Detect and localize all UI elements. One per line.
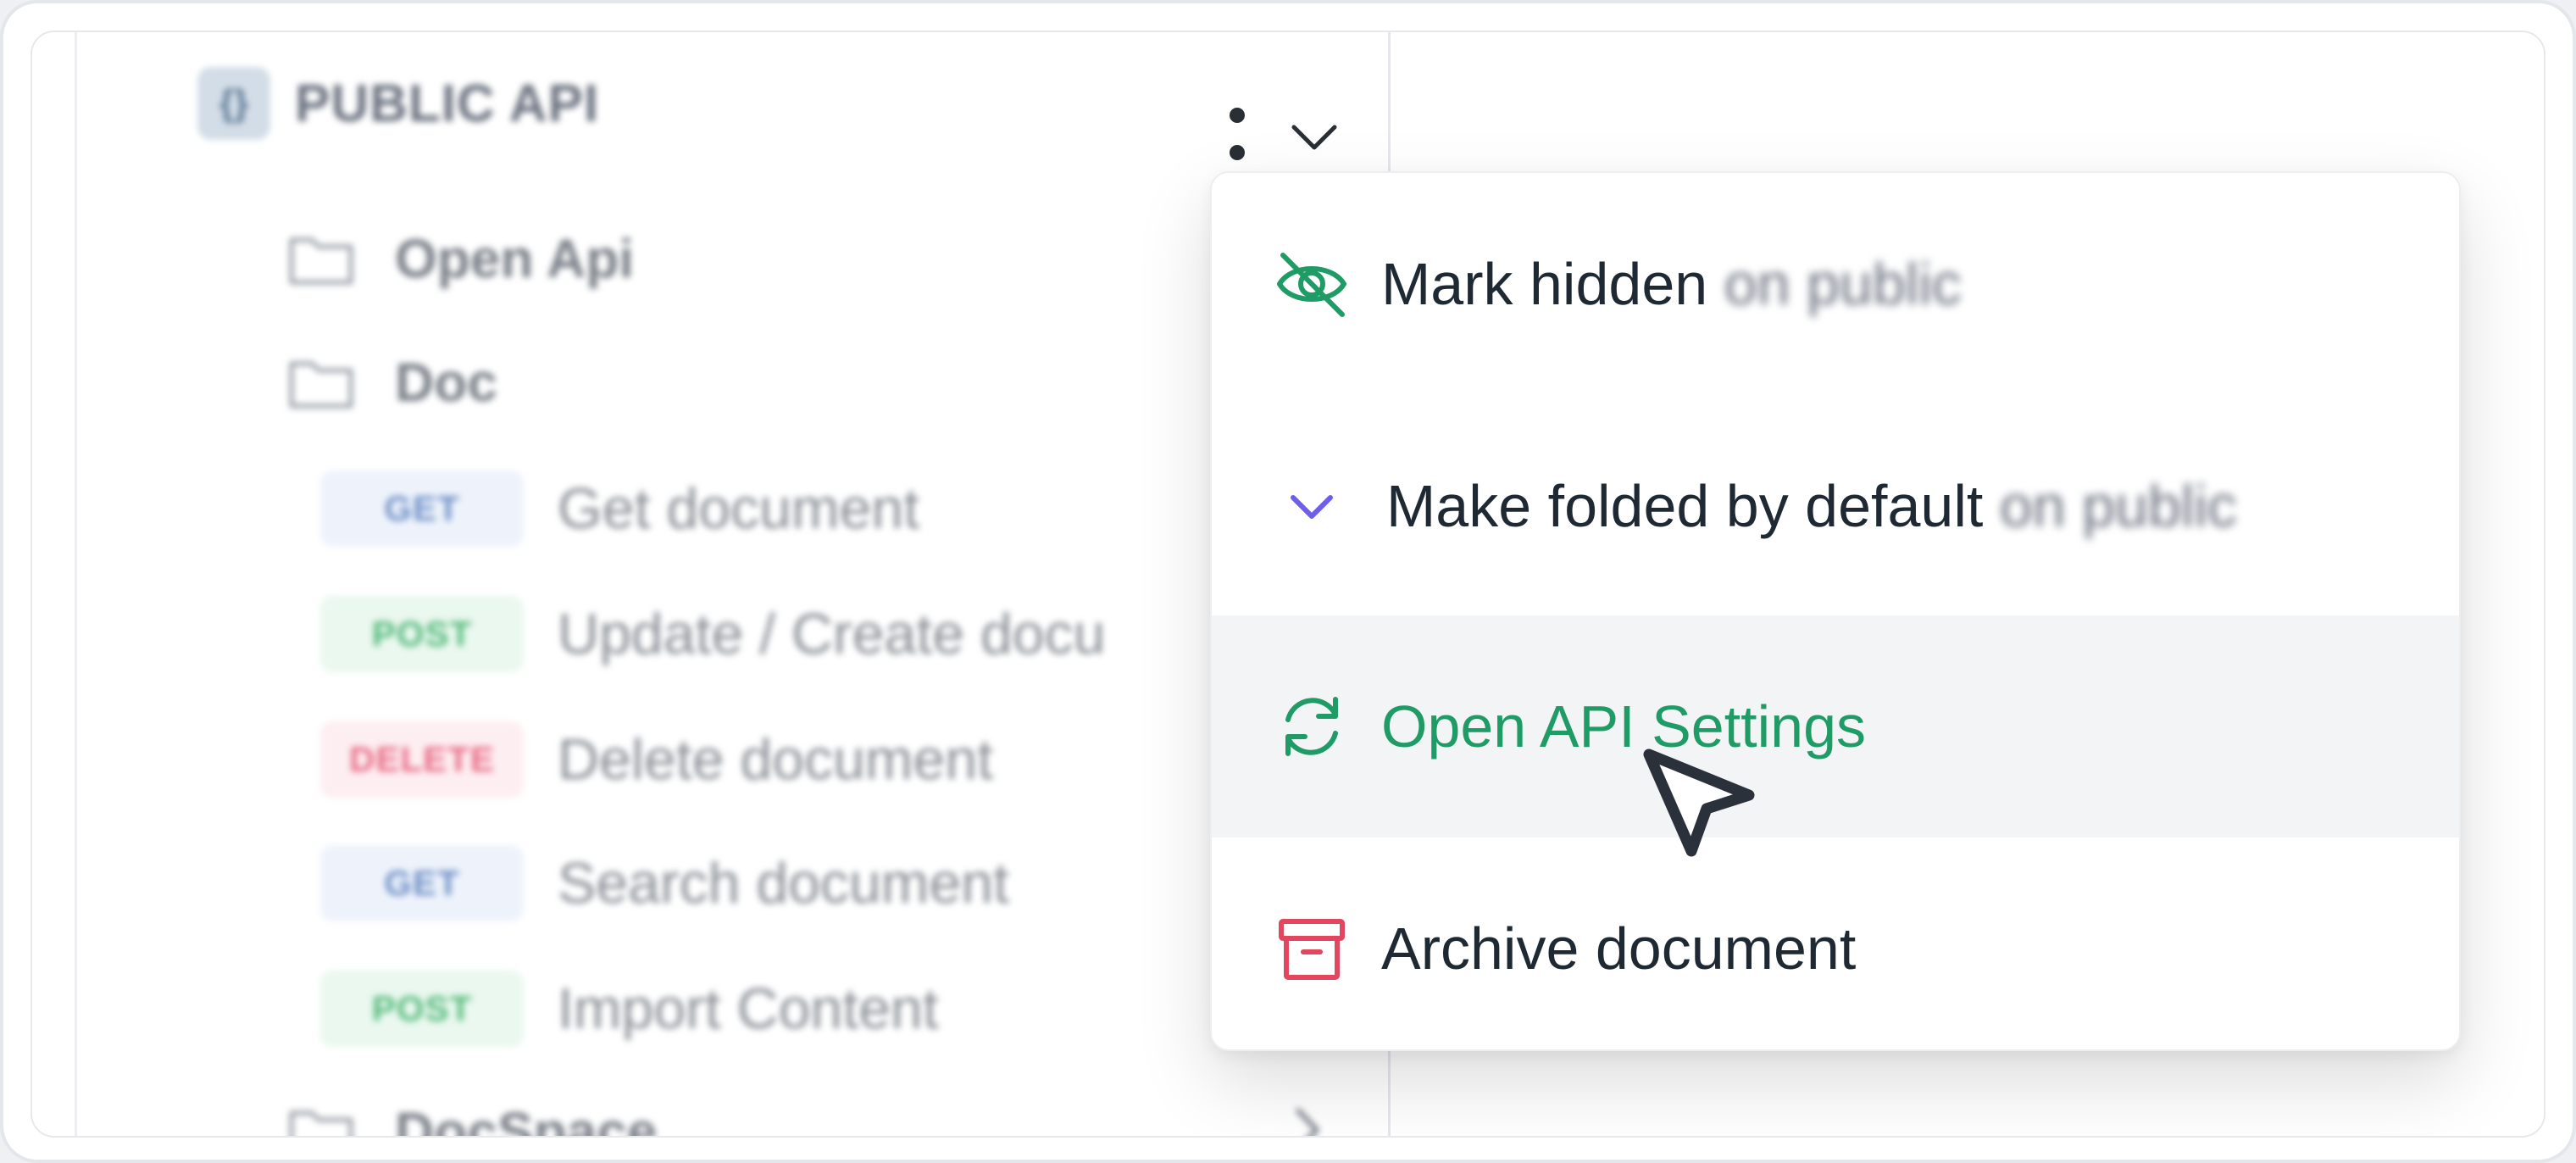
endpoint-label: Delete document: [558, 727, 994, 792]
method-badge-post: POST: [320, 971, 524, 1047]
endpoint-label: Search document: [558, 851, 1009, 915]
method-badge-post: POST: [320, 596, 524, 672]
chevron-right-icon[interactable]: [1295, 1107, 1320, 1138]
folder-icon: [289, 1110, 353, 1136]
context-menu: Mark hidden on public Make folded by def…: [1210, 171, 2461, 1051]
sidebar-endpoint-delete-document[interactable]: DELETE Delete document: [320, 721, 993, 799]
endpoint-label: Update / Create docu: [558, 602, 1106, 666]
method-badge-get: GET: [320, 845, 524, 921]
menu-item-archive-document[interactable]: Archive document: [1212, 837, 2459, 1049]
sidebar-folder-open-api[interactable]: Open Api: [288, 220, 634, 297]
project-title: PUBLIC API: [295, 74, 600, 133]
endpoint-label: Get document: [558, 476, 920, 541]
chevron-down-icon[interactable]: [1290, 122, 1339, 153]
mouse-cursor-icon: [1643, 748, 1755, 857]
chevron-down-icon: [1291, 495, 1333, 519]
folder-label: DocSpace: [395, 1101, 658, 1138]
window-frame: {} PUBLIC API Open Api Doc GET Get docum…: [0, 0, 2576, 1163]
project-icon: {}: [198, 68, 269, 139]
eye-off-icon: [1277, 253, 1346, 317]
sidebar-endpoint-get-document[interactable]: GET Get document: [320, 470, 919, 548]
sidebar-endpoint-update-document[interactable]: POST Update / Create docu: [320, 595, 1105, 673]
refresh-icon: [1285, 697, 1338, 756]
sidebar: {} PUBLIC API Open Api Doc GET Get docum…: [32, 32, 1388, 1136]
menu-item-label: Archive document: [1381, 915, 1857, 982]
folder-icon: [289, 237, 353, 285]
endpoint-label: Import Content: [558, 977, 939, 1041]
menu-item-make-folded[interactable]: Make folded by default on public: [1212, 395, 2459, 617]
menu-item-label: Make folded by default on public: [1386, 473, 2237, 539]
menu-item-label: Open API Settings: [1381, 693, 1867, 760]
sidebar-folder-docspace[interactable]: DocSpace: [288, 1093, 658, 1138]
sidebar-endpoint-search-document[interactable]: GET Search document: [320, 844, 1009, 922]
folder-icon: [289, 361, 353, 409]
project-header[interactable]: {} PUBLIC API: [198, 64, 599, 142]
sidebar-endpoint-import-content[interactable]: POST Import Content: [320, 970, 939, 1048]
menu-item-mark-hidden[interactable]: Mark hidden on public: [1212, 173, 2459, 395]
archive-icon: [1279, 919, 1345, 980]
method-badge-get: GET: [320, 470, 524, 547]
sidebar-folder-doc[interactable]: Doc: [288, 344, 497, 420]
method-badge-delete: DELETE: [320, 721, 524, 798]
folder-label: Doc: [395, 352, 497, 413]
folder-label: Open Api: [395, 228, 635, 289]
menu-item-label: Mark hidden on public: [1381, 251, 1962, 317]
menu-item-open-api-settings[interactable]: Open API Settings: [1212, 615, 2459, 837]
app-panel: {} PUBLIC API Open Api Doc GET Get docum…: [31, 31, 2545, 1138]
